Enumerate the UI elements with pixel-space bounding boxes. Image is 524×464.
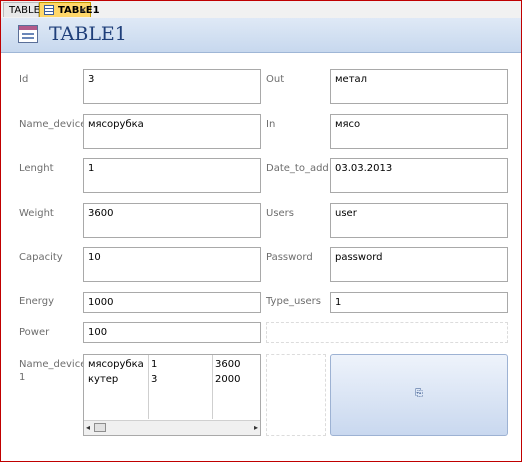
label-in: In	[266, 119, 276, 130]
password-field[interactable]: password	[330, 247, 508, 282]
label-users: Users	[266, 208, 295, 219]
out-field[interactable]: метал	[330, 69, 508, 104]
empty-control-placeholder	[266, 322, 508, 343]
label-energy: Energy	[19, 296, 55, 307]
form-icon	[18, 25, 38, 43]
label-out: Out	[266, 74, 285, 85]
close-icon[interactable]: ×	[79, 3, 87, 18]
label-type-users: Type_users	[266, 296, 321, 307]
scrollbar-thumb[interactable]	[94, 423, 106, 432]
capacity-field[interactable]: 10	[83, 247, 261, 282]
name-device-listbox[interactable]: мясорубка 1 3600 кутер 3 2000 ◂ ▸	[83, 354, 261, 436]
list-item[interactable]: кутер 3 2000	[84, 373, 260, 386]
label-name-device: Name_device	[19, 119, 87, 130]
tab-table1-active[interactable]: TABLE1 ×	[39, 2, 100, 18]
label-capacity: Capacity	[19, 252, 63, 263]
lenght-field[interactable]: 1	[83, 158, 261, 193]
label-power: Power	[19, 327, 50, 338]
scroll-left-icon[interactable]: ◂	[86, 423, 90, 432]
weight-field[interactable]: 3600	[83, 203, 261, 238]
label-id: Id	[19, 74, 29, 85]
form-icon	[44, 5, 54, 15]
label-name-device-1: Name_device 1	[19, 359, 87, 383]
power-field[interactable]: 100	[83, 322, 261, 343]
label-password: Password	[266, 252, 313, 263]
horizontal-scrollbar[interactable]: ◂ ▸	[84, 420, 260, 435]
command-button[interactable]: ⎘	[330, 354, 508, 436]
users-field[interactable]: user	[330, 203, 508, 238]
in-field[interactable]: мясо	[330, 114, 508, 149]
list-item[interactable]: мясорубка 1 3600	[84, 358, 260, 371]
name-device-field[interactable]: мясорубка	[83, 114, 261, 149]
label-weight: Weight	[19, 208, 54, 219]
type-users-field[interactable]: 1	[330, 292, 508, 313]
scroll-right-icon[interactable]: ▸	[254, 423, 258, 432]
label-date-to-add: Date_to_add	[266, 163, 329, 174]
empty-control-placeholder	[266, 354, 326, 436]
command-button-icon: ⎘	[415, 388, 423, 399]
page-title: TABLE1	[49, 23, 127, 45]
energy-field[interactable]: 1000	[83, 292, 261, 313]
form-header: TABLE1	[1, 18, 521, 53]
tab-table1-inactive[interactable]: TABLE1	[3, 2, 46, 17]
id-field[interactable]: 3	[83, 69, 261, 104]
date-to-add-field[interactable]: 03.03.2013	[330, 158, 508, 193]
label-lenght: Lenght	[19, 163, 54, 174]
document-tab-bar: TABLE1 TABLE1 ×	[1, 1, 521, 19]
